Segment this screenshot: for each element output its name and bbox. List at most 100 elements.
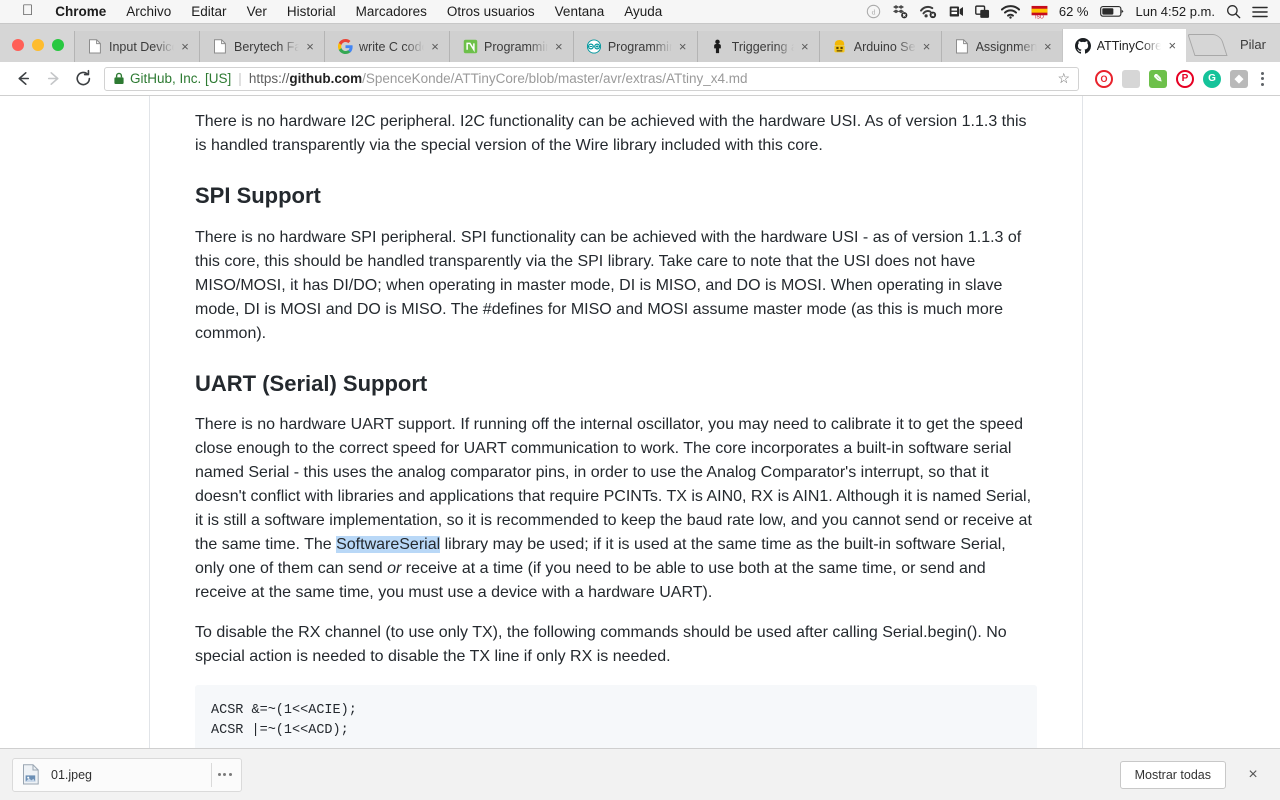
download-more-options-icon[interactable] [211,763,237,787]
tab-label: Assignment [976,40,1037,54]
omnibox-divider: | [238,71,242,86]
tab-close-button[interactable]: × [177,39,193,55]
forward-arrow-icon [38,64,68,94]
tab-arduino-serial[interactable]: Arduino Ser × [819,31,941,62]
dark-figure-icon [710,39,726,55]
menu-item-archivo[interactable]: Archivo [116,4,181,19]
window-traffic-lights [0,39,74,62]
show-all-downloads-button[interactable]: Mostrar todas [1120,761,1226,789]
paragraph-spi: There is no hardware SPI peripheral. SPI… [195,226,1037,346]
paragraph-rx-disable: To disable the RX channel (to use only T… [195,621,1037,669]
menu-item-historial[interactable]: Historial [277,4,346,19]
notification-center-icon[interactable] [1252,5,1268,19]
close-download-shelf-button[interactable]: × [1238,760,1268,790]
chrome-tab-strip: Input Device × Berytech Fab × write C co… [0,24,1280,62]
dropbox-sync-disabled-icon[interactable] [892,4,909,19]
shield-extension-icon[interactable]: ◆ [1230,70,1248,88]
star-icon[interactable]: ☆ [1049,70,1070,87]
tab-programming-1[interactable]: Programmin × [449,31,573,62]
svg-text:ISO: ISO [1035,14,1044,18]
tab-close-button[interactable]: × [1164,38,1180,54]
tab-close-button[interactable]: × [427,39,443,55]
menubar-status-area: d [866,4,1272,19]
menu-item-marcadores[interactable]: Marcadores [346,4,437,19]
extension-icon-row: O ✎ P G ◆ [1085,70,1252,88]
keyboard-layout-flag-icon[interactable]: ISO [1031,5,1048,19]
chrome-menu-kebab-icon[interactable] [1252,72,1272,86]
page-icon [212,39,228,55]
page-icon [87,39,103,55]
grey-extension-icon[interactable] [1122,70,1140,88]
tab-close-button[interactable]: × [551,39,567,55]
tab-assignment[interactable]: Assignment × [941,31,1062,62]
airplay-mirror-icon[interactable] [975,5,990,19]
profile-name-label[interactable]: Pilar [1224,37,1280,62]
wifi-icon[interactable] [1001,5,1020,19]
address-bar[interactable]: GitHub, Inc. [US] | https://github.com/S… [104,67,1079,91]
tab-triggering[interactable]: Triggering a × [697,31,819,62]
paragraph-i2c: There is no hardware I2C peripheral. I2C… [195,96,1037,158]
download-file-name: 01.jpeg [51,768,163,782]
screen-record-icon[interactable] [949,5,964,18]
github-icon [1075,38,1091,54]
new-tab-button[interactable] [1188,34,1228,56]
tab-label: Triggering a [732,40,794,54]
reload-icon[interactable] [68,64,98,94]
wireless-disabled-icon[interactable] [920,4,938,19]
tab-input-device[interactable]: Input Device × [74,31,199,62]
page-scrollbar[interactable] [1268,96,1280,748]
menu-item-chrome[interactable]: Chrome [45,4,116,19]
svg-text:d: d [871,8,875,17]
tab-write-c-code[interactable]: write C code × [324,31,449,62]
download-shelf: 01.jpeg Mostrar todas × [0,748,1280,800]
tab-close-button[interactable]: × [302,39,318,55]
window-maximize-button[interactable] [52,39,64,51]
window-close-button[interactable] [12,39,24,51]
honey-extension-icon[interactable]: O [1095,70,1113,88]
menubar-clock[interactable]: Lun 4:52 p.m. [1136,4,1216,19]
markdown-article: There is no hardware I2C peripheral. I2C… [149,96,1083,748]
grammarly-extension-icon[interactable]: G [1203,70,1221,88]
lock-icon [113,72,125,85]
download-item[interactable]: 01.jpeg [12,758,242,792]
url-host: github.com [289,71,362,86]
tab-attinycore[interactable]: ATTinyCore/ × [1062,29,1186,62]
browser-toolbar: GitHub, Inc. [US] | https://github.com/S… [0,62,1280,96]
heading-spi-support: SPI Support [195,182,1037,210]
tab-close-button[interactable]: × [1040,39,1056,55]
tab-label: ATTinyCore/ [1097,39,1161,53]
pinterest-extension-icon[interactable]: P [1176,70,1194,88]
menu-item-otros-usuarios[interactable]: Otros usuarios [437,4,545,19]
battery-percent-label: 62 % [1059,4,1089,19]
tab-close-button[interactable]: × [919,39,935,55]
apple-menu-icon[interactable]:  [8,3,45,18]
uart-text-part1: There is no hardware UART support. If ru… [195,416,1032,553]
back-arrow-icon[interactable] [8,64,38,94]
window-minimize-button[interactable] [32,39,44,51]
spotlight-search-icon[interactable] [1226,4,1241,19]
selected-text-softwareserial[interactable]: SoftwareSerial [336,536,440,553]
arduino-infinity-icon [586,39,602,55]
heading-uart-support: UART (Serial) Support [195,370,1037,398]
menu-item-ventana[interactable]: Ventana [545,4,615,19]
menu-item-editar[interactable]: Editar [181,4,236,19]
menu-item-ayuda[interactable]: Ayuda [614,4,672,19]
code-block-acsr[interactable]: ACSR &=~(1<<ACIE); ACSR |=~(1<<ACD); [195,685,1037,748]
tab-list: Input Device × Berytech Fab × write C co… [74,24,1224,62]
url-scheme: https:// [249,71,290,86]
tab-berytech-fab[interactable]: Berytech Fab × [199,31,324,62]
tab-close-button[interactable]: × [675,39,691,55]
uart-text-italic-or: or [387,560,401,577]
tab-label: Berytech Fab [234,40,299,54]
circle-d-icon[interactable]: d [866,4,881,19]
green-extension-icon[interactable]: ✎ [1149,70,1167,88]
paragraph-uart: There is no hardware UART support. If ru… [195,413,1037,605]
page-icon [954,39,970,55]
macos-menubar:  Chrome Archivo Editar Ver Historial Ma… [0,0,1280,24]
menu-item-ver[interactable]: Ver [237,4,277,19]
tab-programming-2[interactable]: Programmin × [573,31,697,62]
tab-close-button[interactable]: × [797,39,813,55]
battery-icon[interactable] [1100,5,1125,18]
google-icon [337,39,353,55]
tab-label: Input Device [109,40,174,54]
